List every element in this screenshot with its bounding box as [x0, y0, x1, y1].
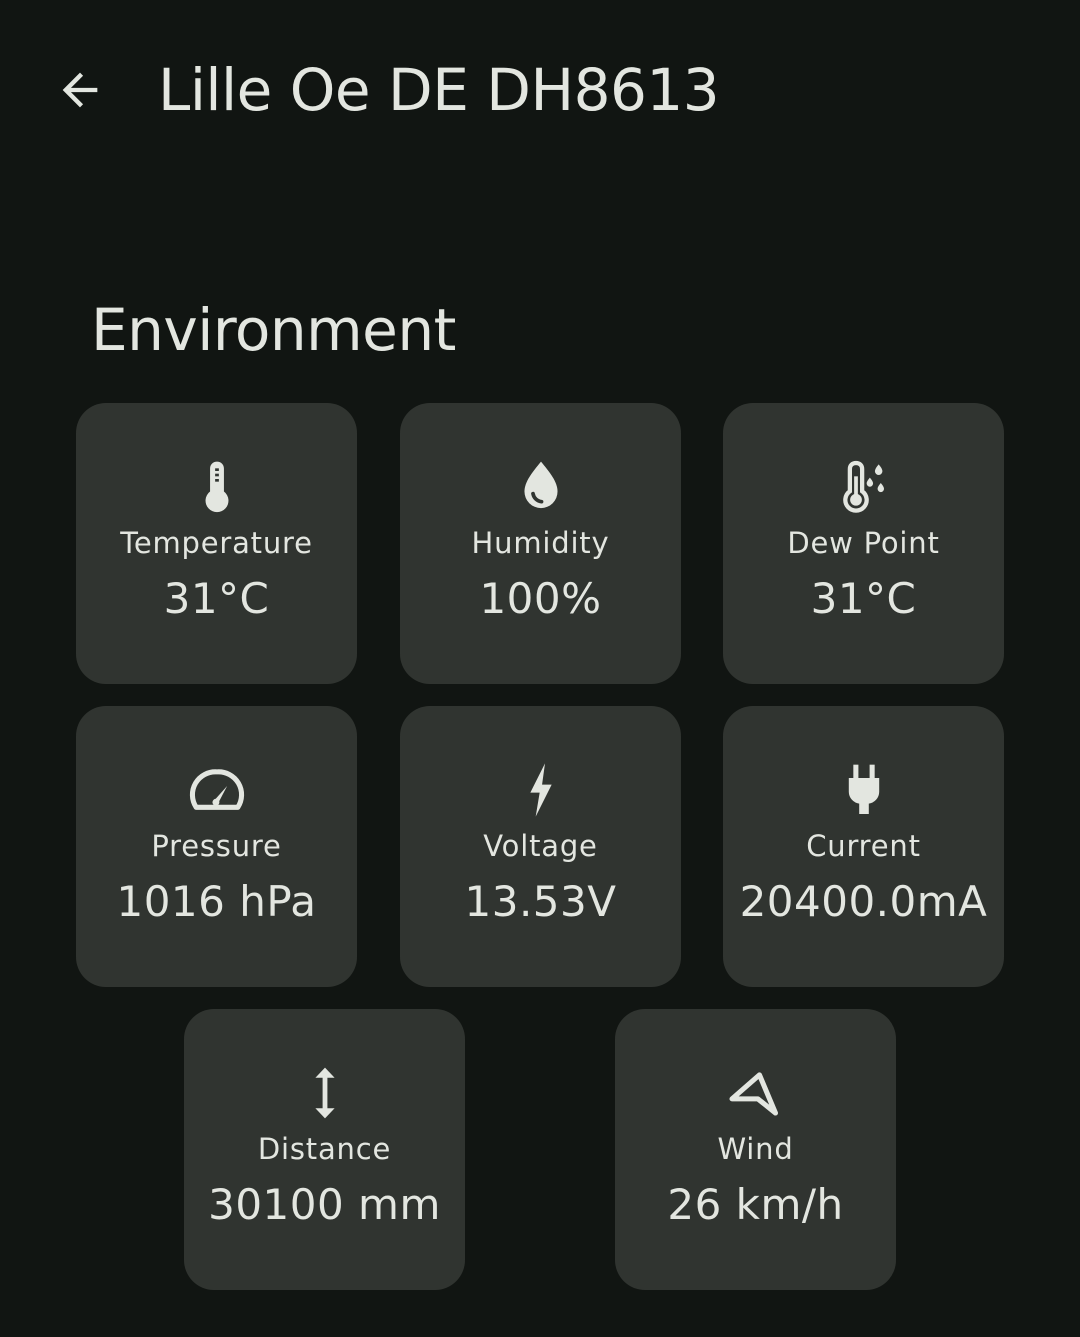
wind-label: Wind: [717, 1132, 794, 1166]
pressure-tile[interactable]: Pressure 1016 hPa: [76, 706, 357, 987]
temperature-tile[interactable]: Temperature 31°C: [76, 403, 357, 684]
current-tile[interactable]: Current 20400.0mA: [723, 706, 1004, 987]
current-value: 20400.0mA: [739, 877, 988, 926]
dew-point-tile[interactable]: Dew Point 31°C: [723, 403, 1004, 684]
voltage-label: Voltage: [483, 829, 598, 863]
humidity-value: 100%: [479, 574, 602, 623]
dew-point-icon: [832, 455, 896, 519]
section-title: Environment: [91, 296, 456, 364]
dew-point-value: 31°C: [810, 574, 917, 623]
current-label: Current: [806, 829, 921, 863]
humidity-label: Humidity: [471, 526, 610, 560]
bolt-icon: [509, 758, 573, 822]
plug-icon: [832, 758, 896, 822]
pressure-label: Pressure: [151, 829, 282, 863]
speedometer-icon: [185, 758, 249, 822]
back-button[interactable]: [40, 50, 120, 130]
distance-label: Distance: [257, 1132, 392, 1166]
thermometer-icon: [185, 455, 249, 519]
voltage-tile[interactable]: Voltage 13.53V: [400, 706, 681, 987]
distance-tile[interactable]: Distance 30100 mm: [184, 1009, 465, 1290]
voltage-value: 13.53V: [464, 877, 617, 926]
navigation-arrow-icon: [724, 1061, 788, 1125]
temperature-value: 31°C: [163, 574, 270, 623]
wind-value: 26 km/h: [667, 1180, 844, 1229]
wind-tile[interactable]: Wind 26 km/h: [615, 1009, 896, 1290]
distance-value: 30100 mm: [208, 1180, 441, 1229]
vertical-arrows-icon: [293, 1061, 357, 1125]
arrow-back-icon: [62, 72, 98, 108]
top-app-bar: Lille Oe DE DH8613: [0, 0, 1080, 180]
pressure-value: 1016 hPa: [116, 877, 317, 926]
dew-point-label: Dew Point: [787, 526, 940, 560]
humidity-tile[interactable]: Humidity 100%: [400, 403, 681, 684]
temperature-label: Temperature: [120, 526, 313, 560]
page-title: Lille Oe DE DH8613: [158, 56, 720, 124]
water-drop-icon: [509, 455, 573, 519]
